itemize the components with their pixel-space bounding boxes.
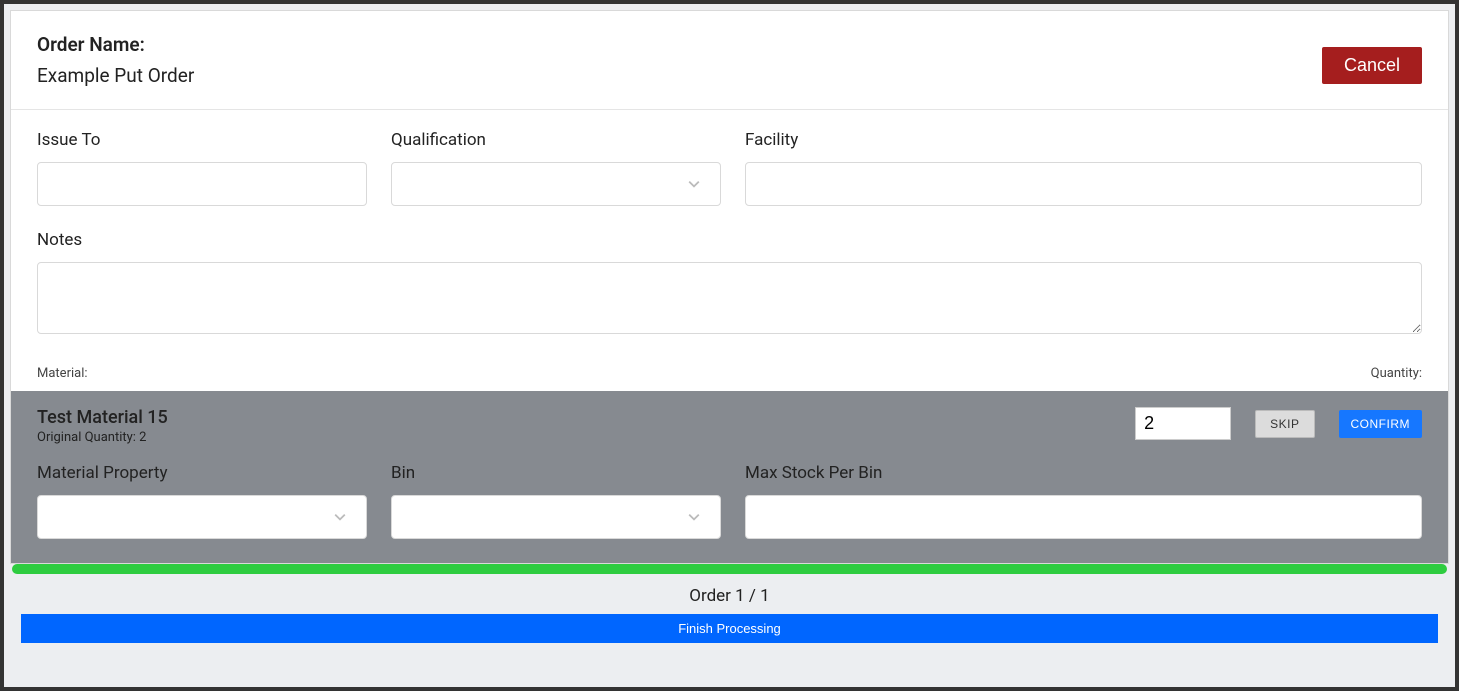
- notes-field: Notes: [11, 206, 1448, 358]
- line-item-header: Test Material 15 Original Quantity: 2 SK…: [37, 407, 1422, 445]
- header-title-block: Order Name: Example Put Order: [37, 33, 194, 87]
- bin-select[interactable]: [391, 495, 721, 539]
- quantity-meta-label: Quantity:: [1371, 366, 1422, 381]
- line-item-title-block: Test Material 15 Original Quantity: 2: [37, 407, 168, 445]
- form-row-1: Issue To Qualification Facility: [11, 110, 1448, 206]
- line-item-panel: Test Material 15 Original Quantity: 2 SK…: [11, 391, 1448, 563]
- notes-textarea[interactable]: [37, 262, 1422, 334]
- card-header: Order Name: Example Put Order Cancel: [11, 11, 1448, 110]
- facility-field: Facility: [745, 130, 1422, 206]
- material-property-select[interactable]: [37, 495, 367, 539]
- max-stock-input[interactable]: [745, 495, 1422, 539]
- meta-row: Material: Quantity:: [11, 358, 1448, 391]
- finish-processing-button[interactable]: Finish Processing: [21, 614, 1438, 643]
- material-property-label: Material Property: [37, 463, 367, 483]
- confirm-button[interactable]: CONFIRM: [1339, 410, 1423, 438]
- chevron-down-icon: [688, 511, 700, 523]
- facility-input[interactable]: [745, 162, 1422, 206]
- issue-to-label: Issue To: [37, 130, 367, 150]
- bin-label: Bin: [391, 463, 721, 483]
- line-item-form-row: Material Property Bin Max Stock Per Bin: [37, 463, 1422, 539]
- material-meta-label: Material:: [37, 366, 88, 381]
- material-property-field: Material Property: [37, 463, 367, 539]
- issue-to-field: Issue To: [37, 130, 367, 206]
- chevron-down-icon: [688, 178, 700, 190]
- original-quantity-text: Original Quantity: 2: [37, 430, 168, 445]
- order-name-value: Example Put Order: [37, 64, 194, 87]
- qualification-select[interactable]: [391, 162, 721, 206]
- app-container: Order Name: Example Put Order Cancel Iss…: [4, 4, 1455, 687]
- qualification-field: Qualification: [391, 130, 721, 206]
- page-indicator: Order 1 / 1: [10, 580, 1449, 614]
- qualification-label: Qualification: [391, 130, 721, 150]
- max-stock-label: Max Stock Per Bin: [745, 463, 1422, 483]
- bin-field: Bin: [391, 463, 721, 539]
- order-name-label: Order Name:: [37, 33, 194, 56]
- line-item-controls: SKIP CONFIRM: [1135, 407, 1422, 440]
- progress-bar: [12, 564, 1447, 574]
- skip-button[interactable]: SKIP: [1255, 410, 1314, 438]
- cancel-button[interactable]: Cancel: [1322, 47, 1422, 84]
- facility-label: Facility: [745, 130, 1422, 150]
- order-card: Order Name: Example Put Order Cancel Iss…: [10, 10, 1449, 564]
- notes-label: Notes: [37, 230, 1422, 250]
- issue-to-input[interactable]: [37, 162, 367, 206]
- quantity-input[interactable]: [1135, 407, 1231, 440]
- material-name: Test Material 15: [37, 407, 168, 428]
- max-stock-field: Max Stock Per Bin: [745, 463, 1422, 539]
- chevron-down-icon: [334, 511, 346, 523]
